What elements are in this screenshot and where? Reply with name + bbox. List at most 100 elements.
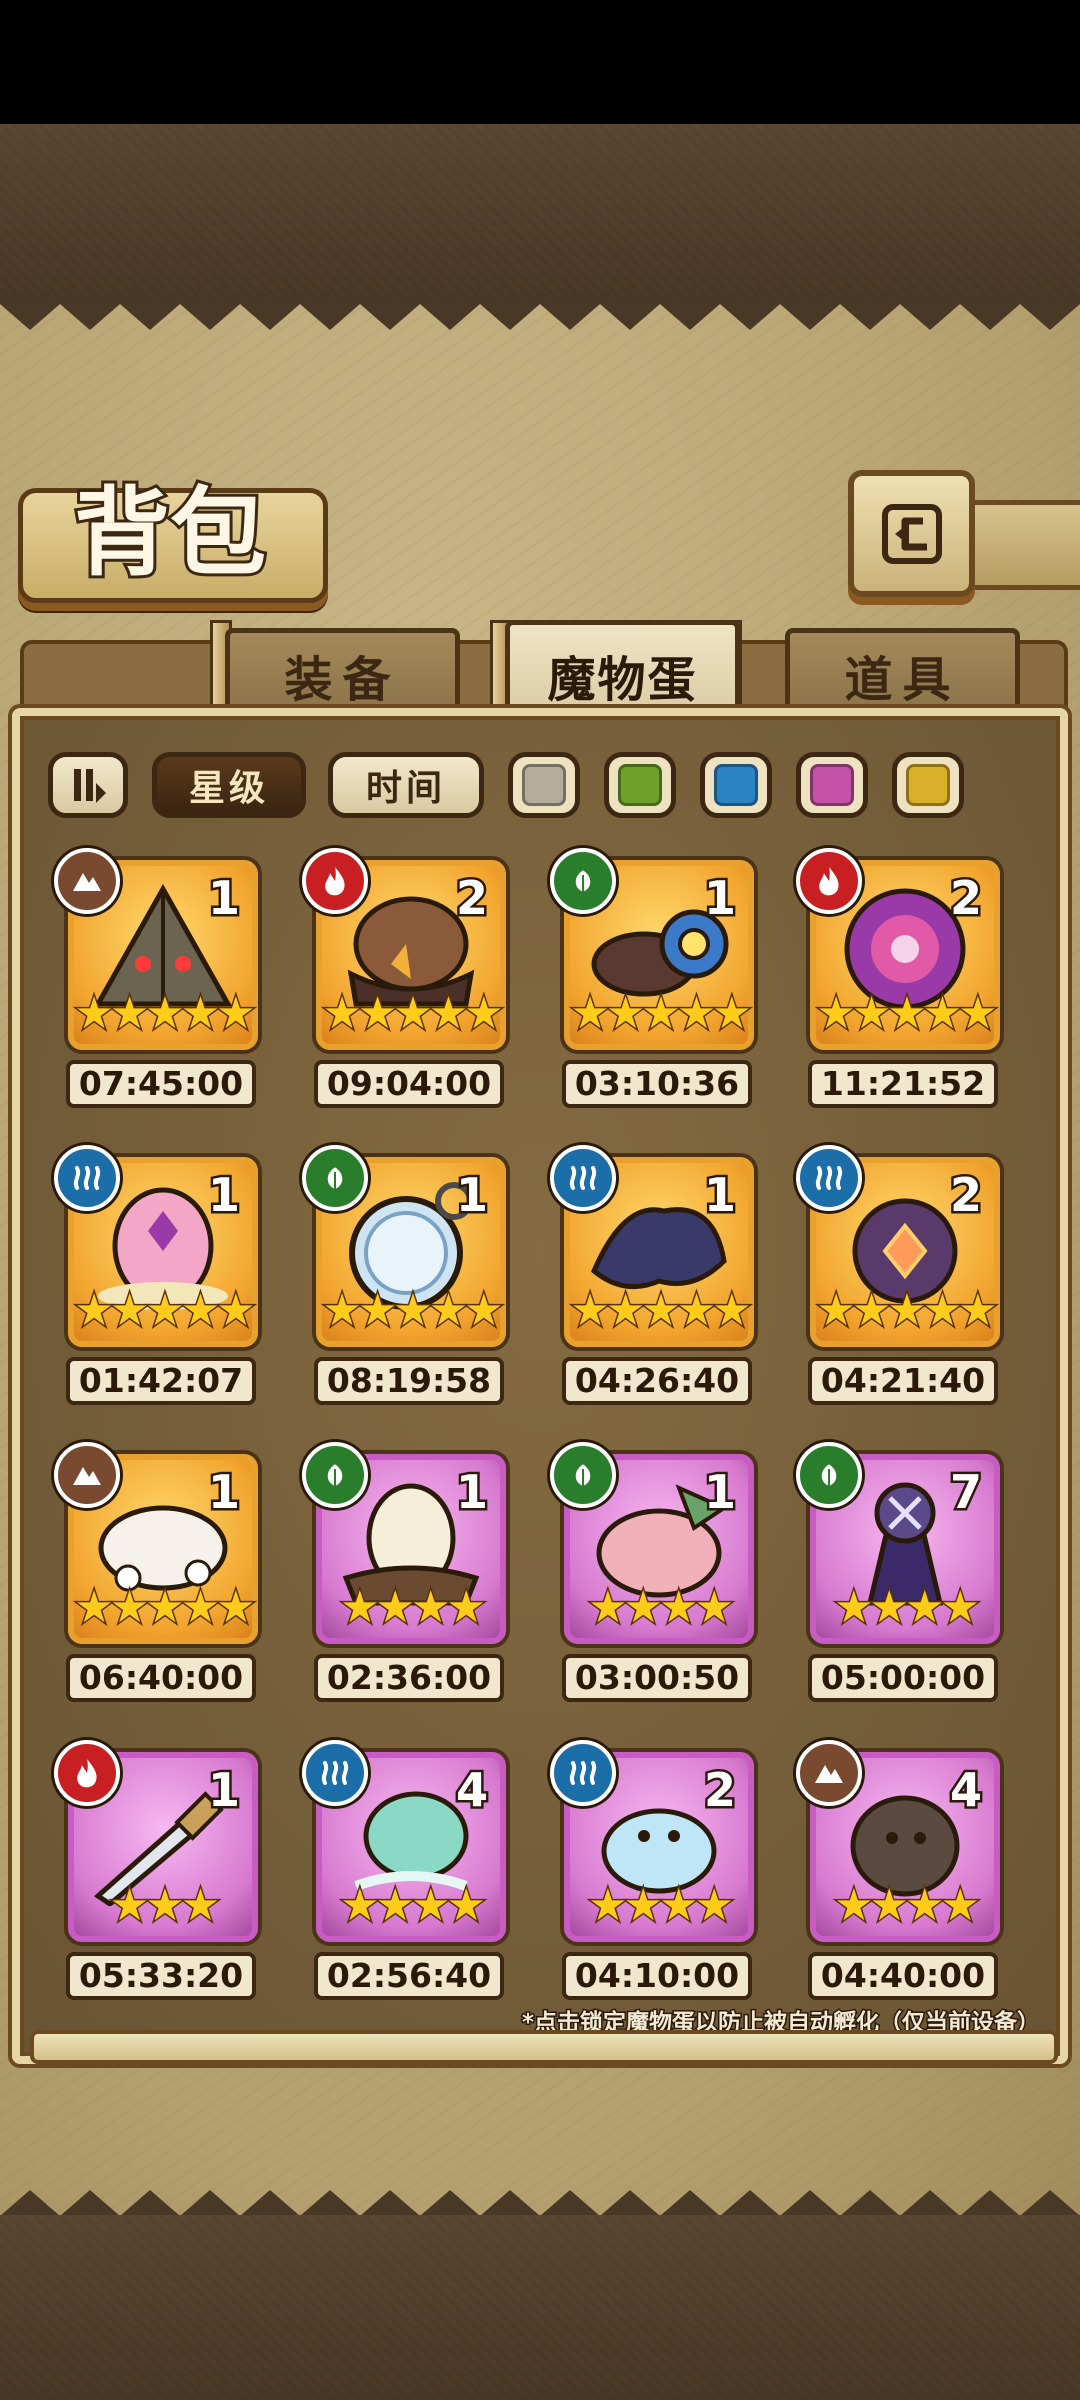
egg-card[interactable]: 2 ★★★★★ 09:04:00 xyxy=(302,848,516,1142)
star-rating: ★★★★★ xyxy=(321,988,505,1039)
earth-element-icon xyxy=(54,848,120,914)
water-element-icon xyxy=(550,1740,616,1806)
star-rating: ★★★★★ xyxy=(73,988,257,1039)
status-bar xyxy=(0,0,1080,124)
star-rating: ★★★★★ xyxy=(815,1285,999,1336)
egg-count: 2 xyxy=(947,1167,984,1224)
star-rating: ★★★★★ xyxy=(815,988,999,1039)
water-element-icon xyxy=(796,1145,862,1211)
egg-card[interactable]: 1 ★★★★★ 04:26:40 xyxy=(550,1145,764,1439)
green-swatch xyxy=(618,764,662,806)
sort-by-star-button[interactable]: 星级 xyxy=(152,752,306,818)
star-rating: ★★★★★ xyxy=(569,988,753,1039)
star-rating: ★★★★★ xyxy=(73,1285,257,1336)
hatch-timer: 04:26:40 xyxy=(562,1357,752,1405)
egg-count: 7 xyxy=(947,1464,984,1521)
hatch-timer: 11:21:52 xyxy=(808,1060,998,1108)
hatch-timer: 06:40:00 xyxy=(66,1654,256,1702)
filter-blue-button[interactable] xyxy=(700,752,772,818)
hatch-timer: 03:00:50 xyxy=(562,1654,752,1702)
star-rating: ★★★★ xyxy=(587,1880,736,1931)
hatch-timer: 04:40:00 xyxy=(808,1952,998,2000)
filter-yellow-button[interactable] xyxy=(892,752,964,818)
egg-card[interactable]: 7 ★★★★ 05:00:00 xyxy=(796,1442,1010,1736)
egg-card[interactable]: 1 ★★★★★ 07:45:00 xyxy=(54,848,268,1142)
egg-count: 2 xyxy=(947,870,984,927)
egg-count: 1 xyxy=(453,1464,490,1521)
sort-by-time-button[interactable]: 时间 xyxy=(328,752,484,818)
nature-element-icon xyxy=(550,1442,616,1508)
earth-element-icon xyxy=(54,1442,120,1508)
hatch-timer: 07:45:00 xyxy=(66,1060,256,1108)
water-element-icon xyxy=(54,1145,120,1211)
nature-element-icon xyxy=(796,1442,862,1508)
hatch-timer: 05:33:20 xyxy=(66,1952,256,2000)
egg-card[interactable]: 1 ★★★★ 03:00:50 xyxy=(550,1442,764,1736)
hatch-timer: 08:19:58 xyxy=(314,1357,504,1405)
egg-card[interactable]: 4 ★★★★ 02:56:40 xyxy=(302,1740,516,2034)
star-rating: ★★★ xyxy=(108,1880,221,1931)
egg-count: 1 xyxy=(205,1464,242,1521)
hatch-timer: 09:04:00 xyxy=(314,1060,504,1108)
sort-toggle-icon xyxy=(74,769,106,803)
filter-purple-button[interactable] xyxy=(796,752,868,818)
background-map-top xyxy=(0,124,1080,304)
page-title: 背包 xyxy=(71,475,269,591)
inventory-bottom-rail xyxy=(30,2030,1058,2064)
nature-element-icon xyxy=(302,1145,368,1211)
egg-count: 1 xyxy=(205,1167,242,1224)
hatch-timer: 02:36:00 xyxy=(314,1654,504,1702)
egg-count: 2 xyxy=(453,870,490,927)
egg-count: 1 xyxy=(701,870,738,927)
star-rating: ★★★★★ xyxy=(321,1285,505,1336)
filter-row: 星级 时间 xyxy=(48,752,1028,824)
gray-swatch xyxy=(522,764,566,806)
egg-count: 2 xyxy=(701,1762,738,1819)
egg-card[interactable]: 1 ★★★★★ 08:19:58 xyxy=(302,1145,516,1439)
hatch-timer: 02:56:40 xyxy=(314,1952,504,2000)
egg-count: 4 xyxy=(453,1762,490,1819)
egg-count: 1 xyxy=(701,1464,738,1521)
egg-card[interactable]: 1 ★★★★★ 06:40:00 xyxy=(54,1442,268,1736)
egg-card[interactable]: 2 ★★★★ 04:10:00 xyxy=(550,1740,764,2034)
egg-card[interactable]: 4 ★★★★ 04:40:00 xyxy=(796,1740,1010,2034)
water-element-icon xyxy=(550,1145,616,1211)
egg-count: 1 xyxy=(205,870,242,927)
star-rating: ★★★★★ xyxy=(569,1285,753,1336)
earth-element-icon xyxy=(796,1740,862,1806)
star-rating: ★★★★ xyxy=(339,1582,488,1633)
hatch-timer: 05:00:00 xyxy=(808,1654,998,1702)
star-rating: ★★★★ xyxy=(833,1582,982,1633)
egg-card[interactable]: 2 ★★★★★ 11:21:52 xyxy=(796,848,1010,1142)
egg-card[interactable]: 1 ★★★★ 02:36:00 xyxy=(302,1442,516,1736)
panel-top-edge xyxy=(0,300,1080,330)
fire-element-icon xyxy=(796,848,862,914)
egg-card[interactable]: 2 ★★★★★ 04:21:40 xyxy=(796,1145,1010,1439)
hatch-timer: 03:10:36 xyxy=(562,1060,752,1108)
star-rating: ★★★★ xyxy=(339,1880,488,1931)
egg-card[interactable]: 1 ★★★★★ 01:42:07 xyxy=(54,1145,268,1439)
hatch-timer: 04:21:40 xyxy=(808,1357,998,1405)
egg-count: 1 xyxy=(453,1167,490,1224)
egg-card[interactable]: 1 ★★★★★ 03:10:36 xyxy=(550,848,764,1142)
hatch-timer: 04:10:00 xyxy=(562,1952,752,2000)
nature-element-icon xyxy=(302,1442,368,1508)
filter-green-button[interactable] xyxy=(604,752,676,818)
purple-swatch xyxy=(810,764,854,806)
yellow-swatch xyxy=(906,764,950,806)
back-arrow-icon xyxy=(881,503,942,564)
sort-order-toggle[interactable] xyxy=(48,752,128,818)
blue-swatch xyxy=(714,764,758,806)
fire-element-icon xyxy=(302,848,368,914)
back-rail xyxy=(960,500,1080,590)
star-rating: ★★★★ xyxy=(587,1582,736,1633)
fire-element-icon xyxy=(54,1740,120,1806)
hatch-timer: 01:42:07 xyxy=(66,1357,256,1405)
egg-count: 4 xyxy=(947,1762,984,1819)
egg-card[interactable]: 1 ★★★ 05:33:20 xyxy=(54,1740,268,2034)
back-button[interactable] xyxy=(848,470,975,597)
star-rating: ★★★★★ xyxy=(73,1582,257,1633)
filter-gray-button[interactable] xyxy=(508,752,580,818)
background-map-bottom xyxy=(0,2215,1080,2400)
nature-element-icon xyxy=(550,848,616,914)
